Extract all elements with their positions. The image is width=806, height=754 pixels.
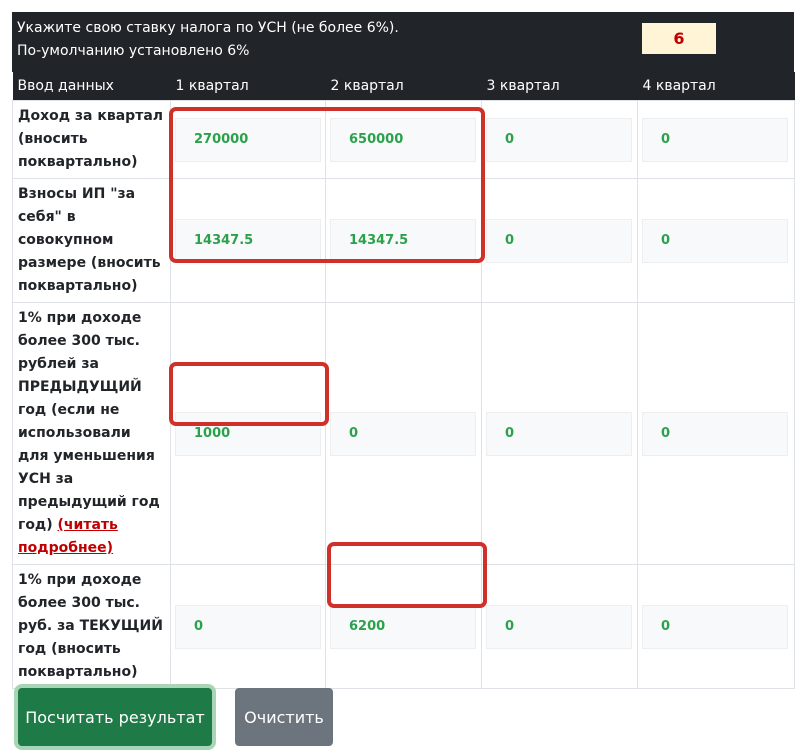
prev-year-q3-input[interactable] [486,411,632,456]
table-row-contributions: Взносы ИП "за себя" в совокупном размере… [12,178,795,303]
table-row-prev-year: 1% при доходе более 300 тыс. рублей за П… [12,302,795,565]
contrib-q1-input[interactable] [175,218,321,263]
column-header: 1 квартал [170,72,326,101]
tax-calculator: Укажите свою ставку налога по УСН (не бо… [12,12,795,689]
clear-button[interactable]: Очистить [235,688,333,746]
current-year-q1-input[interactable] [175,604,321,649]
income-q2-input[interactable] [330,117,476,162]
row-label: 1% при доходе более 300 тыс. рублей за П… [18,310,160,533]
table-row-income: Доход за квартал (вносить поквартально) [12,100,795,179]
income-q3-input[interactable] [486,117,632,162]
column-header: 2 квартал [325,72,482,101]
current-year-q4-input[interactable] [642,604,788,649]
rate-default-note: По-умолчанию установлено 6% [17,43,250,59]
contrib-q4-input[interactable] [642,218,788,263]
current-year-q2-input[interactable] [330,604,476,649]
prev-year-q1-input[interactable] [175,411,321,456]
column-header: Ввод данных [12,72,171,101]
table-header-row: Ввод данных 1 квартал 2 квартал 3 кварта… [12,72,795,101]
prev-year-q4-input[interactable] [642,411,788,456]
rate-instruction: Укажите свою ставку налога по УСН (не бо… [17,20,399,36]
income-q4-input[interactable] [642,117,788,162]
table-row-current-year: 1% при доходе более 300 тыс. руб. за ТЕК… [12,564,795,689]
tax-rate-input[interactable] [642,23,716,54]
prev-year-q2-input[interactable] [330,411,476,456]
rate-header: Укажите свою ставку налога по УСН (не бо… [12,12,794,72]
contrib-q3-input[interactable] [486,218,632,263]
column-header: 4 квартал [637,72,795,101]
row-label: 1% при доходе более 300 тыс. руб. за ТЕК… [12,564,171,689]
row-label-cell: 1% при доходе более 300 тыс. рублей за П… [12,302,171,565]
contrib-q2-input[interactable] [330,218,476,263]
column-header: 3 квартал [481,72,638,101]
row-label: Взносы ИП "за себя" в совокупном размере… [12,178,171,303]
calculate-button[interactable]: Посчитать результат [18,688,212,746]
row-label: Доход за квартал (вносить поквартально) [12,100,171,179]
input-table: Ввод данных 1 квартал 2 квартал 3 кварта… [12,72,795,689]
income-q1-input[interactable] [175,117,321,162]
current-year-q3-input[interactable] [486,604,632,649]
